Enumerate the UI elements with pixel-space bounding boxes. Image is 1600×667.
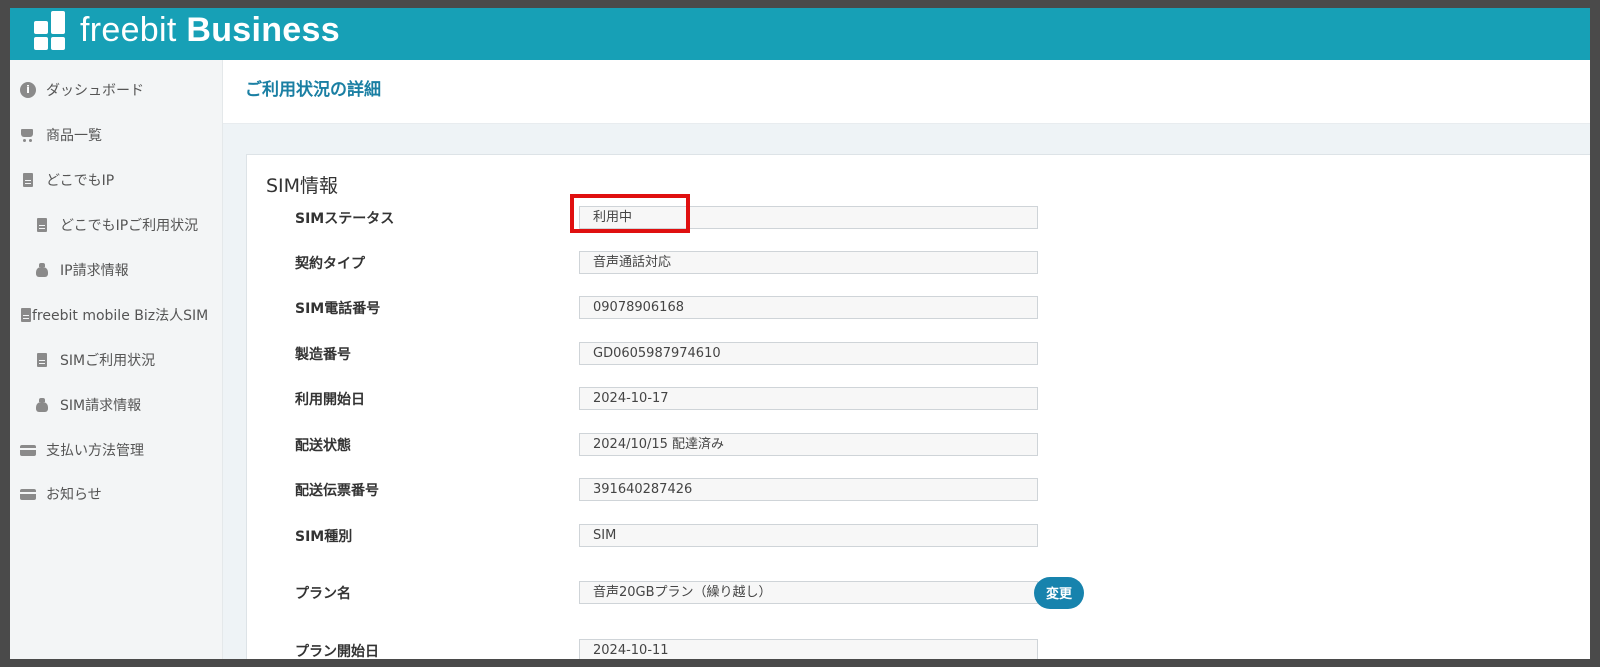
plan-name-row: プラン名 音声20GBプラン（繰り越し） 変更 <box>247 577 1590 609</box>
sidebar-item-notices[interactable]: お知らせ <box>20 482 102 506</box>
page-title: ご利用状況の詳細 <box>245 80 381 100</box>
field-label: 配送状態 <box>295 438 351 454</box>
credit-card-icon <box>20 486 36 502</box>
contract-type-field[interactable]: 音声通話対応 <box>579 251 1038 274</box>
field-label: SIM種別 <box>295 529 353 545</box>
app-window: freebit Business ダッシュボード 商品一覧 どこでもIP どこで… <box>10 8 1590 659</box>
sidebar-item-label: SIMご利用状況 <box>60 353 156 369</box>
field-label: 配送伝票番号 <box>295 483 379 499</box>
brand-name[interactable]: freebit Business <box>80 9 340 51</box>
sidebar-item-label: どこでもIP <box>46 173 115 189</box>
sidebar-item-label: IP請求情報 <box>60 263 129 279</box>
field-label: 利用開始日 <box>295 392 365 408</box>
main-content: ご利用状況の詳細 SIM情報 SIMステータス 利用中 契約タイプ 音声通話対応… <box>223 60 1590 659</box>
sidebar-item-label: お知らせ <box>46 487 102 503</box>
sidebar-item-label: SIM請求情報 <box>60 398 142 414</box>
file-icon <box>20 172 36 188</box>
sidebar-item-sim-billing[interactable]: SIM請求情報 <box>34 393 141 417</box>
sidebar: ダッシュボード 商品一覧 どこでもIP どこでもIPご利用状況 IP請求情報 f… <box>10 60 223 659</box>
file-icon <box>34 352 50 368</box>
plan-start-date-field[interactable]: 2024-10-11 <box>579 639 1038 659</box>
field-label: プラン開始日 <box>295 644 379 659</box>
field-label: プラン名 <box>295 586 351 602</box>
credit-card-icon <box>20 442 36 458</box>
file-icon <box>18 307 31 323</box>
sidebar-item-dashboard[interactable]: ダッシュボード <box>20 78 144 102</box>
top-header: freebit Business <box>10 8 1590 60</box>
sim-info-panel: SIM情報 SIMステータス 利用中 契約タイプ 音声通話対応 SIM電話番号 … <box>246 154 1590 659</box>
freebit-logo-icon <box>34 11 70 51</box>
field-label: 契約タイプ <box>295 256 365 272</box>
serial-number-field[interactable]: GD0605987974610 <box>579 342 1038 365</box>
sim-phone-number-row: SIM電話番号 09078906168 <box>247 296 1590 322</box>
delivery-status-row: 配送状態 2024/10/15 配達済み <box>247 433 1590 459</box>
brand-name-bold: Business <box>186 11 340 49</box>
sim-type-field[interactable]: SIM <box>579 524 1038 547</box>
sidebar-item-label: どこでもIPご利用状況 <box>60 218 199 234</box>
sidebar-item-sim-usage[interactable]: SIMご利用状況 <box>34 348 155 372</box>
section-title: SIM情報 <box>266 175 339 197</box>
info-circle-icon <box>20 82 36 98</box>
cart-icon <box>20 127 36 143</box>
money-bag-icon <box>34 262 50 278</box>
tracking-number-row: 配送伝票番号 391640287426 <box>247 478 1590 504</box>
sidebar-item-label: freebit mobile Biz法人SIM <box>32 308 209 324</box>
change-plan-button[interactable]: 変更 <box>1034 577 1084 609</box>
field-label: 製造番号 <box>295 347 351 363</box>
sim-type-row: SIM種別 SIM <box>247 524 1590 550</box>
tracking-number-field[interactable]: 391640287426 <box>579 478 1038 501</box>
sidebar-item-label: 商品一覧 <box>46 128 102 144</box>
sidebar-item-label: 支払い方法管理 <box>46 443 144 459</box>
delivery-status-field[interactable]: 2024/10/15 配達済み <box>579 433 1038 456</box>
plan-name-field[interactable]: 音声20GBプラン（繰り越し） <box>579 581 1038 604</box>
sidebar-item-dokodemo-ip[interactable]: どこでもIP <box>20 168 114 192</box>
brand-name-light: freebit <box>80 11 177 49</box>
file-icon <box>34 217 50 233</box>
sidebar-item-freebit-mobile-biz-sim[interactable]: freebit mobile Biz法人SIM <box>18 303 208 327</box>
field-label: SIM電話番号 <box>295 301 381 317</box>
field-label: SIMステータス <box>295 211 395 227</box>
sidebar-item-ip-billing[interactable]: IP請求情報 <box>34 258 129 282</box>
contract-type-row: 契約タイプ 音声通話対応 <box>247 251 1590 277</box>
money-bag-icon <box>34 397 50 413</box>
sidebar-item-dokodemo-ip-usage[interactable]: どこでもIPご利用状況 <box>34 213 198 237</box>
sim-phone-number-field[interactable]: 09078906168 <box>579 296 1038 319</box>
sim-status-row: SIMステータス 利用中 <box>247 206 1590 232</box>
sidebar-item-payment-methods[interactable]: 支払い方法管理 <box>20 438 144 462</box>
plan-start-date-row: プラン開始日 2024-10-11 <box>247 639 1590 659</box>
sidebar-item-label: ダッシュボード <box>46 83 144 99</box>
start-date-field[interactable]: 2024-10-17 <box>579 387 1038 410</box>
serial-number-row: 製造番号 GD0605987974610 <box>247 342 1590 368</box>
start-date-row: 利用開始日 2024-10-17 <box>247 387 1590 413</box>
sidebar-item-products[interactable]: 商品一覧 <box>20 123 102 147</box>
sim-status-field[interactable]: 利用中 <box>579 206 1038 229</box>
